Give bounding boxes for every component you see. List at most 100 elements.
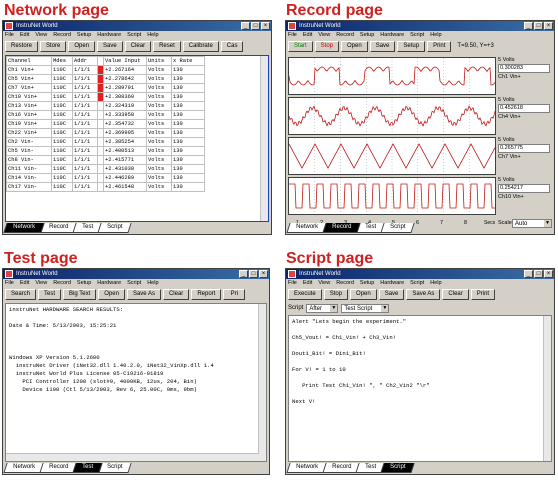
menu-view[interactable]: View: [35, 31, 47, 40]
save-button[interactable]: Save: [369, 41, 396, 52]
menu-file[interactable]: File: [288, 31, 297, 40]
tab-network[interactable]: Network: [286, 463, 328, 473]
save-button[interactable]: Save: [97, 41, 123, 52]
tab-network[interactable]: Network: [3, 463, 45, 473]
maximize-icon[interactable]: □: [534, 22, 543, 30]
minimize-icon[interactable]: _: [524, 270, 533, 278]
menu-setup[interactable]: Setup: [360, 31, 374, 40]
minimize-icon[interactable]: _: [241, 22, 250, 30]
menu-edit[interactable]: Edit: [20, 279, 29, 288]
minimize-icon[interactable]: _: [524, 22, 533, 30]
menu-record[interactable]: Record: [336, 31, 354, 40]
network-titlebar[interactable]: InstruNet World _ □ ×: [3, 21, 271, 31]
menu-file[interactable]: File: [288, 279, 297, 288]
menu-script[interactable]: Script: [127, 31, 141, 40]
table-row[interactable]: Ch5 Vin- 110C 1/1/1 +2.400513 Volts 130: [6, 146, 205, 156]
close-icon[interactable]: ×: [544, 270, 553, 278]
close-icon[interactable]: ×: [544, 22, 553, 30]
tab-record[interactable]: Record: [322, 223, 361, 233]
test-button[interactable]: Test: [38, 289, 62, 300]
save-as-button[interactable]: Save As: [406, 289, 441, 300]
table-row[interactable]: Ch14 Vin- 110C 1/1/1 +2.446289 Volts 130: [6, 173, 205, 183]
table-row[interactable]: Ch7 Vin+ 110C 1/1/1 +2.289791 Volts 130: [6, 83, 205, 93]
stop-button[interactable]: Stop: [314, 41, 340, 52]
menu-record[interactable]: Record: [336, 279, 354, 288]
horizontal-scrollbar[interactable]: [6, 453, 259, 461]
clear-button[interactable]: Clear: [162, 289, 190, 300]
menu-view[interactable]: View: [35, 279, 47, 288]
menu-hardware[interactable]: Hardware: [97, 31, 121, 40]
table-row[interactable]: Ch16 Vin+ 110C 1/1/1 +2.333958 Volts 130: [6, 110, 205, 120]
save-button[interactable]: Save: [378, 289, 405, 300]
test-output-pane[interactable]: instruNet HARDWARE SEARCH RESULTS: Date &…: [5, 303, 267, 462]
execute-button[interactable]: Execute: [288, 289, 322, 300]
menu-view[interactable]: View: [318, 31, 330, 40]
script-titlebar[interactable]: InstruNet World _ □ ×: [286, 269, 554, 279]
menu-script[interactable]: Script: [127, 279, 141, 288]
tab-network[interactable]: Network: [286, 223, 328, 233]
menu-file[interactable]: File: [5, 279, 14, 288]
clear-button[interactable]: Clear: [442, 289, 469, 300]
open-button[interactable]: Open: [68, 41, 96, 52]
save-as-button[interactable]: Save As: [126, 289, 161, 300]
menu-script[interactable]: Script: [410, 31, 424, 40]
waveform-chart[interactable]: [288, 57, 496, 95]
waveform-chart[interactable]: [288, 177, 496, 215]
script-timing-select[interactable]: After ▼: [306, 303, 339, 313]
table-row[interactable]: Ch8 Vin- 110C 1/1/1 +2.415771 Volts 130: [6, 155, 205, 165]
open-button[interactable]: Open: [98, 289, 125, 300]
script-name-select[interactable]: Test Script ▼: [341, 303, 390, 313]
table-row[interactable]: Ch17 Vin- 110C 1/1/1 +2.461548 Volts 130: [6, 182, 205, 192]
menu-edit[interactable]: Edit: [303, 31, 312, 40]
menu-hardware[interactable]: Hardware: [380, 31, 404, 40]
table-row[interactable]: Ch1 Vin+ 110C 1/1/1 +2.267164 Volts 130: [6, 65, 205, 75]
script-editor[interactable]: Alert "Lets begin the experiment." Ch5_Vo…: [288, 315, 552, 462]
tab-script[interactable]: Script: [97, 463, 133, 473]
menu-record[interactable]: Record: [53, 279, 71, 288]
calibrate-button[interactable]: Calibrate: [182, 41, 219, 52]
menu-hardware[interactable]: Hardware: [380, 279, 404, 288]
print-button[interactable]: Print: [470, 289, 496, 300]
print-button[interactable]: Pri: [223, 289, 246, 300]
menu-hardware[interactable]: Hardware: [97, 279, 121, 288]
menu-help[interactable]: Help: [430, 31, 441, 40]
menu-record[interactable]: Record: [53, 31, 71, 40]
close-icon[interactable]: ×: [261, 22, 270, 30]
menu-view[interactable]: View: [318, 279, 330, 288]
minimize-icon[interactable]: _: [239, 270, 248, 278]
tab-script[interactable]: Script: [97, 223, 133, 233]
restore-button[interactable]: Restore: [5, 41, 39, 52]
waveform-chart[interactable]: [288, 97, 496, 135]
tab-script[interactable]: Script: [380, 463, 416, 473]
tab-script[interactable]: Script: [380, 223, 416, 233]
menu-edit[interactable]: Edit: [303, 279, 312, 288]
open-button[interactable]: Open: [341, 41, 368, 52]
menu-script[interactable]: Script: [410, 279, 424, 288]
vertical-scrollbar[interactable]: [260, 56, 268, 221]
table-row[interactable]: Ch11 Vin- 110C 1/1/1 +2.431030 Volts 130: [6, 164, 205, 174]
cas-button[interactable]: Cas: [220, 41, 244, 52]
reset-button[interactable]: Reset: [153, 41, 181, 52]
open-button[interactable]: Open: [350, 289, 377, 300]
menu-setup[interactable]: Setup: [77, 279, 91, 288]
scale-select[interactable]: Auto ▼: [512, 219, 552, 228]
clear-button[interactable]: Clear: [124, 41, 152, 52]
table-row[interactable]: Ch2 Vin- 110C 1/1/1 +2.385254 Volts 130: [6, 137, 205, 147]
setup-button[interactable]: Setup: [397, 41, 426, 52]
menu-setup[interactable]: Setup: [360, 279, 374, 288]
waveform-chart[interactable]: [288, 137, 496, 175]
record-titlebar[interactable]: InstruNet World _ □ ×: [286, 21, 554, 31]
store-button[interactable]: Store: [40, 41, 67, 52]
stop-button[interactable]: Stop: [323, 289, 349, 300]
table-row[interactable]: Ch22 Vin+ 110C 1/1/1 +2.369995 Volts 130: [6, 128, 205, 138]
close-icon[interactable]: ×: [259, 270, 268, 278]
maximize-icon[interactable]: □: [251, 22, 260, 30]
vertical-scrollbar[interactable]: [543, 316, 551, 461]
tab-test[interactable]: Test: [72, 463, 103, 473]
search-button[interactable]: Search: [5, 289, 37, 300]
menu-help[interactable]: Help: [430, 279, 441, 288]
print-button[interactable]: Print: [427, 41, 452, 52]
menu-setup[interactable]: Setup: [77, 31, 91, 40]
tab-network[interactable]: Network: [3, 223, 45, 233]
table-row[interactable]: Ch13 Vin+ 110C 1/1/1 +2.324319 Volts 130: [6, 101, 205, 111]
